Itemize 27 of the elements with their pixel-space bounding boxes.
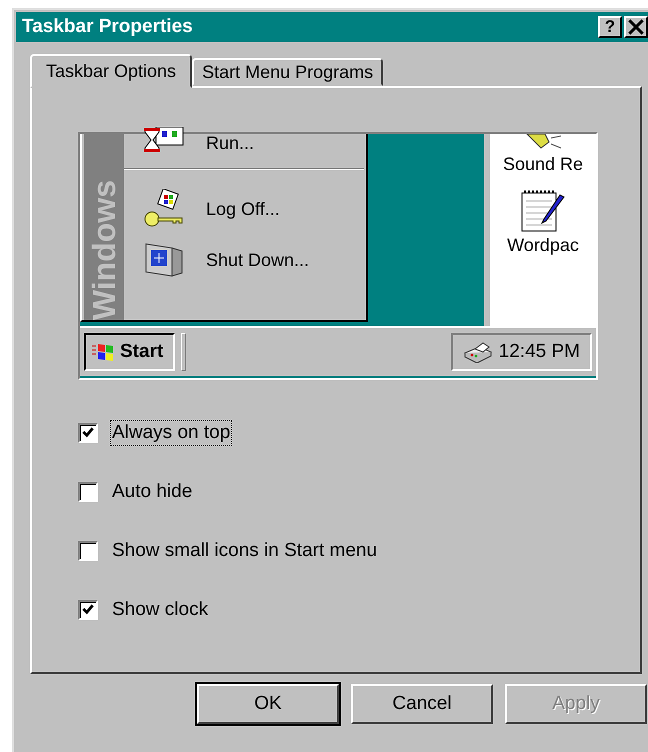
windows-flag-icon [92, 342, 114, 362]
menu-item[interactable]: Log Off... [206, 198, 280, 220]
windows-banner: Windows [84, 134, 124, 320]
checkbox-label[interactable]: Show clock [110, 597, 210, 623]
tab[interactable]: Taskbar Options [30, 54, 192, 88]
checkbox-label[interactable]: Always on top [110, 420, 232, 446]
window-title: Taskbar Properties [22, 16, 193, 38]
dialog-button[interactable]: Cancel [351, 684, 493, 724]
checkmark-icon [81, 426, 95, 440]
desktop-icon-label: Wordpac [507, 235, 579, 256]
tab[interactable]: Start Menu Programs [192, 58, 384, 86]
checkbox[interactable] [78, 600, 98, 620]
start-button[interactable]: Start [84, 333, 176, 371]
checkbox[interactable] [78, 541, 98, 561]
menu-item[interactable]: Run... [206, 132, 254, 154]
menu-item[interactable]: Shut Down... [206, 250, 310, 270]
checkbox-label[interactable]: Auto hide [110, 479, 194, 505]
help-button[interactable]: ? [598, 16, 622, 38]
checkbox[interactable] [78, 482, 98, 502]
close-button[interactable] [624, 16, 648, 38]
desktop-icon-label: Sound Re [502, 154, 584, 175]
checkbox-label[interactable]: Show small icons in Start menu [110, 538, 380, 564]
printer-icon [462, 341, 493, 363]
checkmark-icon [81, 603, 95, 617]
dialog-button[interactable]: OK [197, 684, 339, 724]
checkbox[interactable] [78, 423, 98, 443]
clock: 12:45 PM [498, 341, 580, 363]
